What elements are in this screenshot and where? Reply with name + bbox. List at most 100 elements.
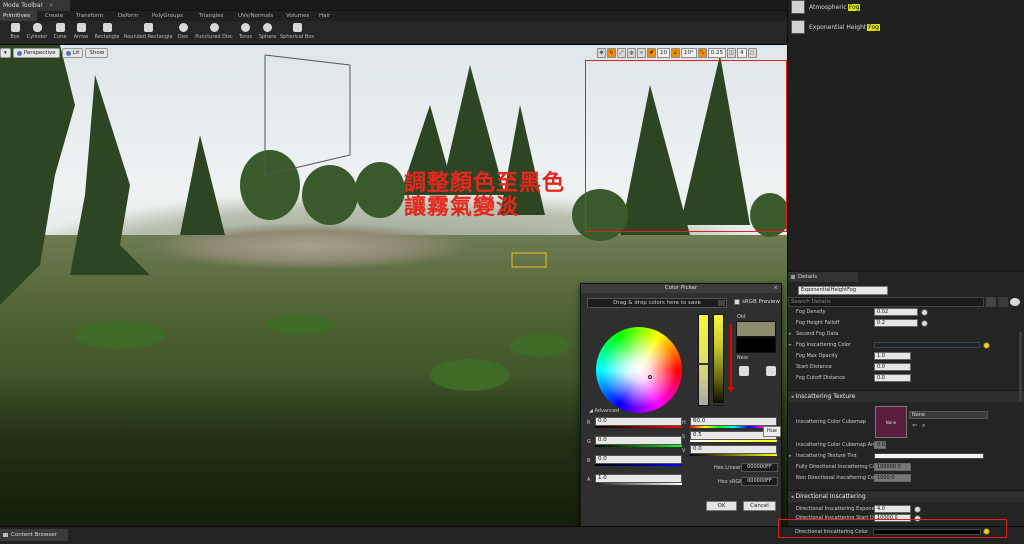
close-icon[interactable]: × (49, 2, 54, 9)
eye-icon[interactable] (739, 366, 749, 376)
tool-cone[interactable]: Cone (52, 21, 68, 43)
grid-snap-value[interactable]: 10 (657, 48, 670, 58)
tool-spherical-box[interactable]: Spherical Box (280, 21, 314, 43)
world-local-icon[interactable]: ◍ (627, 48, 636, 58)
tab-deform[interactable]: Deform (109, 11, 141, 21)
translate-icon[interactable]: ✥ (597, 48, 606, 58)
tab-volumes[interactable]: Volumes (274, 11, 309, 21)
tool-sphere[interactable]: Sphere (258, 21, 277, 43)
prop-cubemap-angle-input[interactable]: 0.0 (874, 441, 886, 449)
prop-dir-exponent-input[interactable]: 4.0 (874, 505, 911, 513)
content-browser-tab[interactable]: Content Browser (0, 529, 68, 541)
tool-rectangle[interactable]: Rectangle (93, 21, 121, 43)
tool-cylinder[interactable]: Cylinder (26, 21, 48, 43)
value-gradient[interactable] (690, 454, 777, 456)
viewport-options-button[interactable]: ▾ (0, 48, 11, 58)
prop-fog-height-falloff-input[interactable]: 0.2 (874, 319, 918, 327)
prop-fog-max-opacity-input[interactable]: 1.0 (874, 352, 911, 360)
tool-arrow[interactable]: Arrow (72, 21, 90, 43)
close-icon[interactable]: × (773, 284, 778, 293)
eye-icon[interactable] (1010, 298, 1020, 306)
chevron-down-icon[interactable] (718, 300, 725, 306)
surface-snap-icon[interactable]: ⋄ (637, 48, 646, 58)
hex-linear-input[interactable]: 000000FF (741, 463, 778, 472)
eyedropper-icon[interactable] (766, 366, 776, 376)
scale-icon[interactable]: ⤢ (617, 48, 626, 58)
color-theme-drop-area[interactable]: Drag & drop colors here to save (587, 298, 727, 308)
saturation-handle[interactable] (698, 363, 709, 365)
green-gradient[interactable] (595, 445, 682, 447)
details-scrollbar[interactable] (1019, 332, 1022, 402)
camera-speed-value[interactable]: 4 (737, 48, 747, 58)
show-button[interactable]: Show (85, 48, 109, 58)
prop-fog-inscattering-color-label[interactable]: Fog Inscattering Color (789, 340, 851, 350)
green-input[interactable]: 0.0 (595, 436, 682, 445)
tab-primitives[interactable]: Primitives (0, 11, 37, 21)
outliner-item-exponential-height-fog[interactable]: Exponential Height Fog (791, 20, 880, 34)
prop-non-directional-input[interactable]: 1000.0 (874, 474, 911, 482)
property-matrix-icon[interactable] (998, 297, 1008, 307)
red-gradient[interactable] (595, 426, 682, 428)
saturation-gradient[interactable] (690, 440, 777, 442)
advanced-toggle[interactable]: ◢ Advanced (589, 408, 619, 414)
srgb-preview-checkbox[interactable] (734, 299, 740, 305)
tab-triangles[interactable]: Triangles (187, 11, 226, 21)
hex-srgb-input[interactable]: 000000FF (741, 477, 778, 486)
rotation-snap-value[interactable]: 10° (681, 48, 697, 58)
arrow-left-icon[interactable]: ⇦ (912, 422, 917, 429)
reset-icon[interactable] (921, 309, 928, 316)
tab-create[interactable]: Create (37, 11, 66, 21)
section-inscattering-texture[interactable]: Inscattering Texture (788, 390, 1024, 402)
value-slider[interactable] (713, 314, 724, 406)
tab-uvs-normals[interactable]: UVs/Normals (226, 11, 274, 21)
cubemap-select[interactable]: None (909, 411, 988, 419)
alpha-input[interactable]: 1.0 (595, 474, 682, 483)
tool-punctured-disc[interactable]: Punctured Disc (195, 21, 233, 43)
tab-hair[interactable]: Hair (307, 11, 332, 21)
srgb-preview-toggle[interactable]: sRGB Preview (734, 299, 780, 305)
rotation-snap-icon[interactable]: ∠ (671, 48, 680, 58)
scale-snap-icon[interactable]: ⤡ (697, 48, 707, 58)
rotate-icon[interactable]: ↻ (607, 48, 616, 58)
details-search-input[interactable]: Search Details (788, 297, 984, 307)
tab-polygroups[interactable]: PolyGroups (141, 11, 187, 21)
scale-snap-value[interactable]: 0.25 (707, 48, 726, 58)
color-wheel-selector[interactable] (648, 375, 652, 379)
perspective-button[interactable]: Perspective (12, 48, 60, 58)
outliner-item-atmospheric-fog[interactable]: Atmospheric Fog (791, 0, 861, 14)
prop-fog-cutoff-distance-input[interactable]: 0.0 (874, 374, 911, 382)
texture-tint-swatch[interactable] (874, 453, 984, 459)
alpha-gradient[interactable] (595, 483, 682, 485)
cancel-button[interactable]: Cancel (743, 501, 776, 511)
search-icon[interactable]: ⌕ (922, 422, 925, 430)
grid-snap-icon[interactable]: # (647, 48, 656, 58)
prop-fully-directional-input[interactable]: 100000.0 (874, 463, 911, 471)
prop-second-fog-data-label[interactable]: Second Fog Data (789, 329, 839, 339)
tool-disc[interactable]: Disc (176, 21, 190, 43)
tab-transform[interactable]: Transform (66, 11, 109, 21)
reset-icon[interactable] (983, 342, 990, 349)
mode-toolbar-tab[interactable]: Mode Toolbar × (0, 0, 70, 11)
camera-speed-icon[interactable]: ◫ (727, 48, 736, 58)
prop-texture-tint-label[interactable]: Inscattering Texture Tint (789, 451, 857, 461)
prop-start-distance-input[interactable]: 0.0 (874, 363, 911, 371)
actor-name-field[interactable]: ExponentialHeightFog (798, 286, 888, 295)
search-icon[interactable] (986, 297, 996, 307)
details-tab[interactable]: Details (788, 272, 858, 282)
lit-button[interactable]: Lit (61, 48, 84, 58)
hue-input[interactable]: 60.0 (690, 417, 777, 426)
saturation-slider[interactable] (698, 314, 709, 406)
blue-gradient[interactable] (595, 464, 682, 466)
tool-box[interactable]: Box (8, 21, 22, 43)
color-picker-titlebar[interactable]: Color Picker × (581, 284, 781, 293)
blue-input[interactable]: 0.0 (595, 455, 682, 464)
value-input[interactable]: 0.0 (690, 445, 777, 454)
red-input[interactable]: 0.0 (595, 417, 682, 426)
color-wheel[interactable] (596, 327, 682, 413)
cubemap-thumbnail[interactable]: None (875, 406, 907, 438)
fog-inscattering-color-swatch[interactable] (874, 342, 980, 348)
tool-rounded-rectangle[interactable]: Rounded Rectangle (124, 21, 173, 43)
tool-torus[interactable]: Torus (237, 21, 254, 43)
section-directional-inscattering[interactable]: Directional Inscattering (788, 490, 1024, 502)
value-handle[interactable] (713, 403, 724, 405)
